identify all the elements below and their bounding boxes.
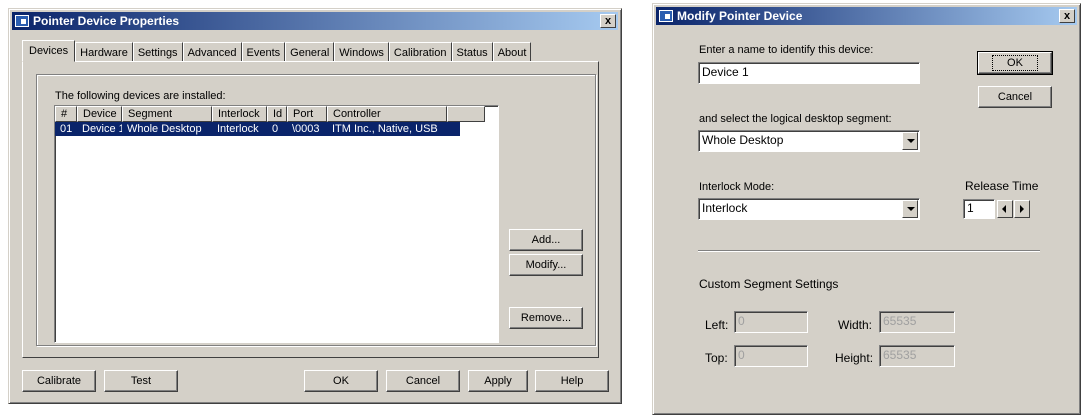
- column-header[interactable]: Port: [287, 106, 327, 122]
- close-button[interactable]: x: [600, 14, 616, 28]
- tab-windows[interactable]: Windows: [334, 42, 389, 62]
- device-list-body: 01 Device 1 Whole Desktop Interlock 0 \0003 IT…: [55, 122, 498, 136]
- test-button[interactable]: Test: [104, 370, 178, 392]
- modify-cancel-button[interactable]: Cancel: [978, 86, 1052, 108]
- modify-button[interactable]: Modify...: [509, 254, 583, 276]
- table-cell: Whole Desktop: [127, 123, 202, 135]
- table-cell: 01: [60, 123, 73, 135]
- modify-title-bar[interactable]: Modify Pointer Device x: [656, 7, 1077, 25]
- top-input: 0: [734, 345, 808, 367]
- tab-strip: Devices Hardware Settings Advanced Events Gen…: [22, 40, 532, 62]
- decrease-arrow-icon[interactable]: [997, 200, 1013, 218]
- interlock-mode-select[interactable]: Interlock: [698, 198, 920, 220]
- segment-select-value: Whole Desktop: [702, 133, 784, 147]
- segment-label: and select the logical desktop segment:: [699, 113, 892, 125]
- table-row[interactable]: 01 Device 1 Whole Desktop Interlock 0 \0003 IT…: [55, 122, 460, 136]
- table-cell: \0003: [292, 123, 320, 135]
- tab-about[interactable]: About: [492, 42, 532, 62]
- calibrate-button[interactable]: Calibrate: [22, 370, 96, 392]
- top-label: Top:: [705, 351, 728, 365]
- ok-button[interactable]: OK: [304, 370, 378, 392]
- device-name-input[interactable]: Device 1: [698, 62, 920, 84]
- column-header[interactable]: Controller: [327, 106, 447, 122]
- tab-status[interactable]: Status: [451, 42, 493, 62]
- tab-settings[interactable]: Settings: [132, 42, 183, 62]
- table-cell: 0: [272, 123, 279, 135]
- window-title: Pointer Device Properties: [33, 14, 180, 28]
- column-header[interactable]: Segment: [122, 106, 212, 122]
- window-app-icon: [659, 10, 673, 22]
- column-header[interactable]: #: [55, 106, 77, 122]
- apply-button[interactable]: Apply: [468, 370, 528, 392]
- chevron-down-icon[interactable]: [902, 132, 918, 150]
- increase-arrow-icon[interactable]: [1014, 200, 1030, 218]
- left-input: 0: [734, 311, 808, 333]
- tab-calibration[interactable]: Calibration: [388, 42, 452, 62]
- help-button[interactable]: Help: [535, 370, 609, 392]
- tab-devices[interactable]: Devices: [22, 40, 76, 62]
- chevron-down-icon[interactable]: [902, 200, 918, 218]
- cancel-button[interactable]: Cancel: [386, 370, 460, 392]
- device-list-header: # Device Segment Interlock Id Port Controller: [55, 106, 498, 122]
- left-label: Left:: [705, 318, 729, 332]
- table-cell: Device 1: [82, 123, 122, 135]
- modify-ok-label: OK: [992, 55, 1038, 71]
- release-time-input[interactable]: 1: [963, 199, 995, 219]
- width-input: 65535: [879, 311, 955, 333]
- tab-hardware[interactable]: Hardware: [75, 42, 133, 62]
- separator: [698, 250, 1040, 252]
- release-time-label: Release Time: [965, 179, 1039, 193]
- table-cell: Interlock: [217, 123, 259, 135]
- modify-window-title: Modify Pointer Device: [677, 9, 803, 23]
- device-name-label: Enter a name to identify this device:: [699, 44, 874, 56]
- segment-select[interactable]: Whole Desktop: [698, 130, 920, 152]
- column-header[interactable]: Device: [77, 106, 122, 122]
- interlock-mode-value: Interlock: [702, 201, 748, 215]
- column-header[interactable]: Interlock: [212, 106, 267, 122]
- title-bar[interactable]: Pointer Device Properties x: [12, 12, 618, 30]
- modify-close-button[interactable]: x: [1059, 9, 1075, 23]
- table-cell: ITM Inc., Native, USB: [332, 123, 438, 135]
- tab-events[interactable]: Events: [241, 42, 286, 62]
- interlock-mode-label: Interlock Mode:: [699, 181, 775, 193]
- remove-button[interactable]: Remove...: [509, 307, 583, 329]
- modify-ok-button[interactable]: OK: [977, 51, 1053, 75]
- height-label: Height:: [835, 351, 874, 365]
- window-app-icon: [15, 15, 29, 27]
- custom-segment-heading: Custom Segment Settings: [699, 277, 839, 291]
- device-list[interactable]: # Device Segment Interlock Id Port Controller …: [54, 105, 499, 343]
- height-input: 65535: [879, 345, 955, 367]
- add-button[interactable]: Add...: [509, 229, 583, 251]
- installed-devices-label: The following devices are installed:: [55, 90, 226, 102]
- tab-advanced[interactable]: Advanced: [182, 42, 242, 62]
- column-header[interactable]: Id: [267, 106, 287, 122]
- column-header-filler: [447, 106, 485, 122]
- tab-general[interactable]: General: [285, 42, 335, 62]
- width-label: Width:: [838, 318, 873, 332]
